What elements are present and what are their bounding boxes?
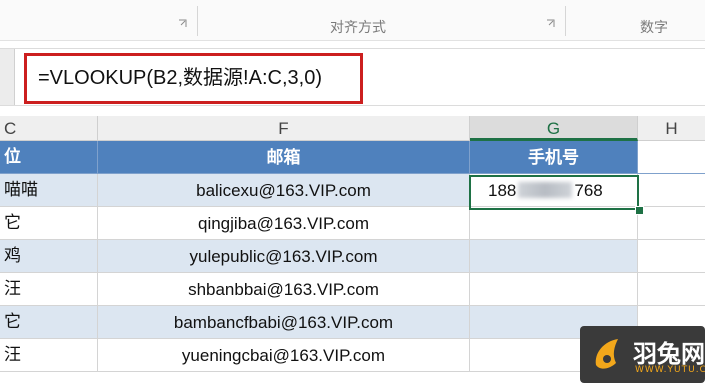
ribbon-group-alignment: 对齐方式 (330, 20, 386, 36)
cell-email[interactable]: yulepublic@163.VIP.com (98, 240, 470, 273)
cell-c[interactable]: 汪 (0, 339, 98, 372)
ribbon-group-number: 数字 (640, 20, 668, 36)
column-header-c[interactable]: C (0, 116, 98, 141)
rabbit-logo-icon (595, 339, 618, 369)
ribbon-divider (565, 6, 566, 36)
column-header-h[interactable]: H (638, 116, 705, 141)
header-cell-email[interactable]: 邮箱 (98, 141, 470, 174)
cell-email[interactable]: balicexu@163.VIP.com (98, 174, 470, 207)
empty-cell[interactable] (638, 240, 705, 273)
active-cell-selection (469, 175, 639, 210)
ribbon-divider (197, 6, 198, 36)
dialog-launcher-icon[interactable] (178, 19, 187, 28)
empty-cell[interactable] (638, 207, 705, 240)
column-header-f[interactable]: F (98, 116, 470, 141)
formula-bar-edge (0, 49, 15, 105)
cell-email[interactable]: shbanbbai@163.VIP.com (98, 273, 470, 306)
ribbon-groups: 对齐方式 数字 (0, 0, 705, 41)
empty-cell[interactable] (638, 141, 705, 174)
header-cell-phone[interactable]: 手机号 (470, 141, 638, 174)
fill-handle[interactable] (635, 206, 644, 215)
empty-cell[interactable] (638, 174, 705, 207)
table-header-row: 位 邮箱 手机号 (0, 141, 705, 174)
watermark-title: 羽兔网 (633, 340, 705, 368)
column-header-g[interactable]: G (470, 116, 638, 141)
watermark-url: WWW.YUTU.CN (635, 365, 705, 375)
cell-c[interactable]: 喵喵 (0, 174, 98, 207)
table-row: 鸡 yulepublic@163.VIP.com (0, 240, 705, 273)
cell-c[interactable]: 汪 (0, 273, 98, 306)
cell-phone[interactable] (470, 240, 638, 273)
formula-text[interactable]: =VLOOKUP(B2,数据源!A:C,3,0) (38, 61, 322, 90)
dialog-launcher-icon[interactable] (546, 19, 555, 28)
table-row: 汪 shbanbbai@163.VIP.com (0, 273, 705, 306)
empty-cell[interactable] (638, 273, 705, 306)
header-cell-c[interactable]: 位 (0, 141, 98, 174)
cell-phone[interactable] (470, 273, 638, 306)
table-row: 它 qingjiba@163.VIP.com (0, 207, 705, 240)
cell-c[interactable]: 鸡 (0, 240, 98, 273)
cell-c[interactable]: 它 (0, 306, 98, 339)
watermark: 羽兔网 WWW.YUTU.CN (580, 326, 705, 383)
cell-email[interactable]: bambancfbabi@163.VIP.com (98, 306, 470, 339)
cell-c[interactable]: 它 (0, 207, 98, 240)
cell-phone[interactable] (470, 207, 638, 240)
cell-email[interactable]: yueningcbai@163.VIP.com (98, 339, 470, 372)
cell-email[interactable]: qingjiba@163.VIP.com (98, 207, 470, 240)
